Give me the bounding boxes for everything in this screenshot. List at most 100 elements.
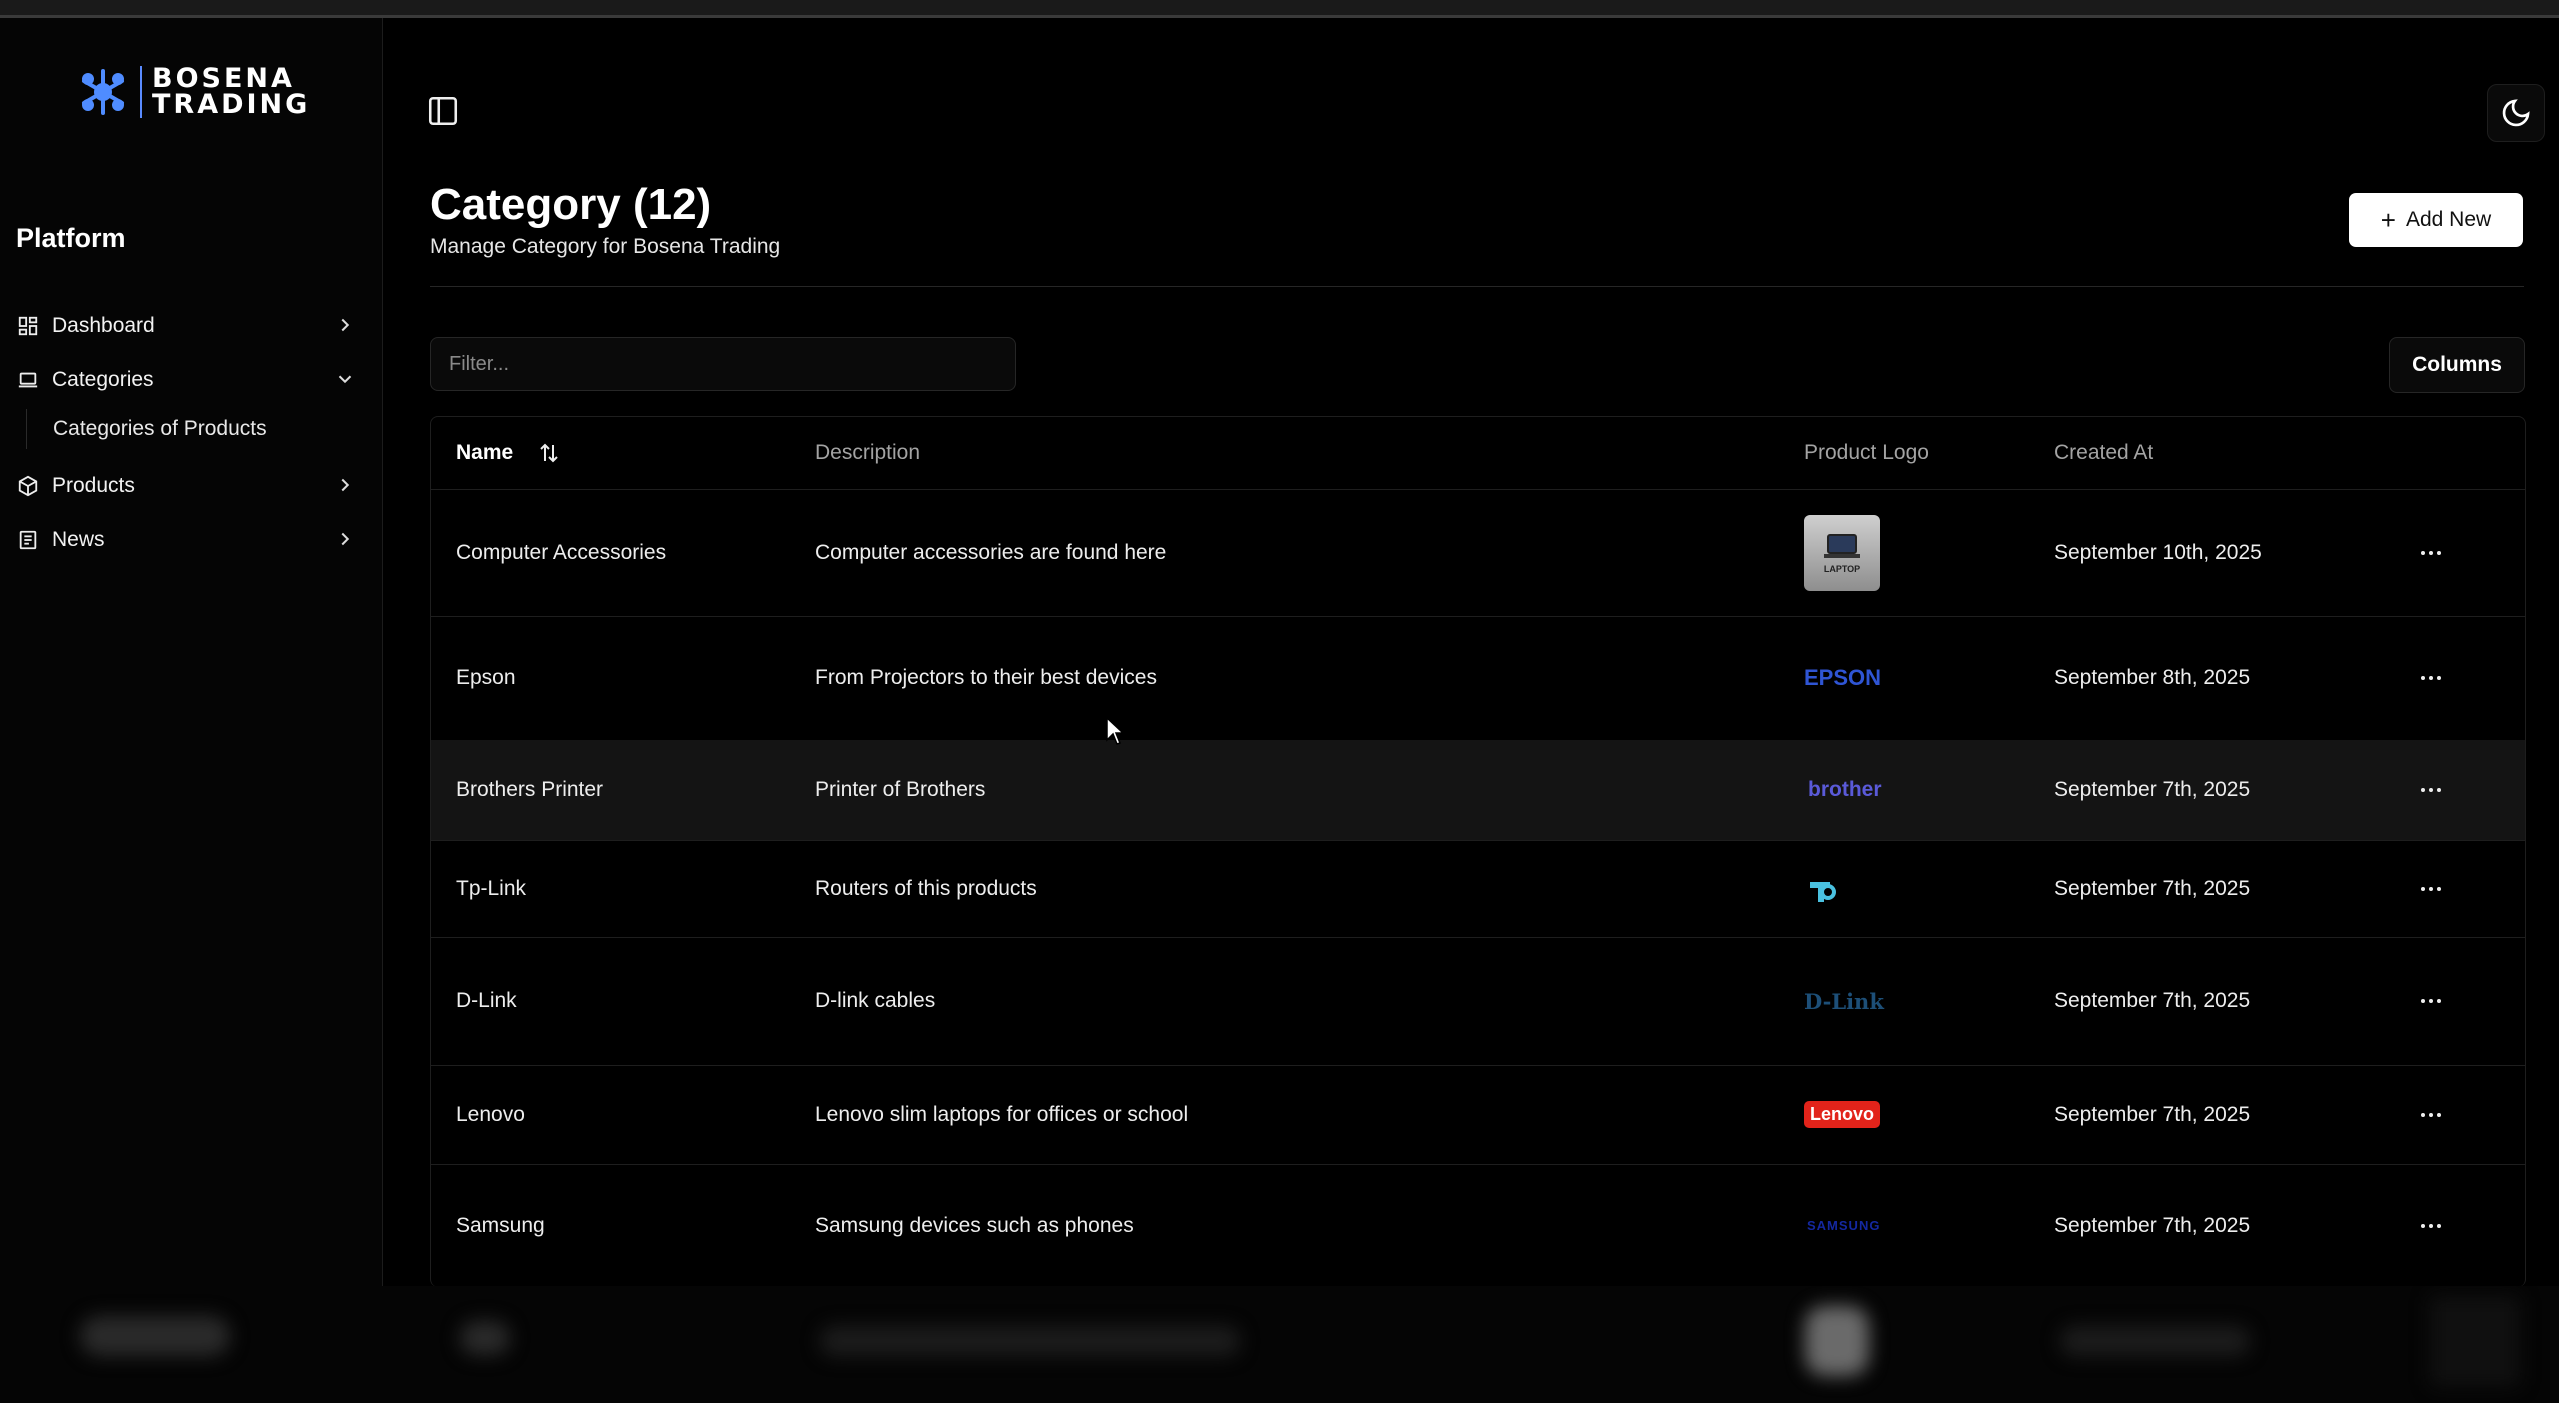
brain-logo-icon	[82, 69, 124, 115]
logo-divider	[140, 66, 142, 118]
more-horizontal-icon	[2421, 886, 2441, 891]
cell-name: Epson	[456, 666, 516, 689]
more-horizontal-icon	[2421, 1112, 2441, 1117]
table-row[interactable]: Tp-Link Routers of this products Septemb…	[431, 840, 2525, 938]
brand-line-2: TRADING	[152, 89, 311, 120]
blurred-shape	[820, 1326, 1240, 1356]
cell-description: Samsung devices such as phones	[815, 1213, 1134, 1237]
cell-product-logo	[1804, 840, 1838, 937]
table-row[interactable]: D-Link D-link cables D-Link September 7t…	[431, 937, 2525, 1066]
column-header-description: Description	[815, 441, 921, 464]
dashboard-icon	[16, 314, 40, 338]
column-header-created-at: Created At	[2054, 441, 2154, 464]
cell-product-logo: Lenovo	[1804, 1065, 1881, 1164]
brand-logo[interactable]: BOSENA TRADING	[78, 65, 311, 120]
add-new-button[interactable]: + Add New	[2349, 193, 2523, 247]
cell-created-at: September 7th, 2025	[2054, 876, 2251, 900]
column-header-label: Name	[456, 441, 514, 464]
sidebar-item-label: Dashboard	[52, 314, 155, 337]
cell-created-at: September 7th, 2025	[2054, 1102, 2251, 1126]
sidebar-item-label: Categories	[52, 368, 154, 391]
lenovo-logo: Lenovo	[1804, 1101, 1881, 1128]
brother-logo: brother	[1808, 778, 1882, 801]
sidebar-item-news[interactable]: News	[16, 518, 356, 562]
sidebar-subitem-categories-of-products[interactable]: Categories of Products	[26, 409, 267, 449]
plus-icon: +	[2380, 205, 2396, 235]
sidebar-toggle-icon[interactable]	[426, 94, 460, 128]
cell-created-at: September 7th, 2025	[2054, 989, 2251, 1012]
theme-toggle-button[interactable]	[2487, 84, 2545, 142]
blurred-bottom-region	[0, 1286, 2559, 1403]
row-actions-button[interactable]	[2411, 616, 2451, 740]
page-subtitle: Manage Category for Bosena Trading	[430, 235, 781, 258]
table-row[interactable]: Epson From Projectors to their best devi…	[431, 616, 2525, 741]
cell-description: D-link cables	[815, 989, 936, 1012]
cell-name: D-Link	[456, 989, 517, 1012]
table-row[interactable]: Computer Accessories Computer accessorie…	[431, 489, 2525, 617]
window-top-bar	[0, 0, 2559, 18]
more-horizontal-icon	[2421, 788, 2441, 792]
column-header-product-logo: Product Logo	[1804, 441, 1929, 464]
cell-product-logo: LAPTOP	[1804, 489, 1880, 616]
chevron-right-icon	[341, 532, 350, 546]
cell-description: Printer of Brothers	[815, 778, 986, 801]
more-horizontal-icon	[2421, 676, 2441, 680]
cell-created-at: September 10th, 2025	[2054, 540, 2262, 564]
row-actions-button[interactable]	[2411, 840, 2451, 937]
blurred-shape	[80, 1316, 230, 1356]
blurred-shape	[2430, 1296, 2520, 1386]
row-actions-button[interactable]	[2411, 489, 2451, 616]
cell-name: Samsung	[456, 1213, 545, 1237]
cell-created-at: September 8th, 2025	[2054, 666, 2251, 689]
blurred-shape	[460, 1321, 510, 1355]
mouse-cursor-icon	[1106, 716, 1125, 745]
sort-arrows-icon[interactable]	[537, 441, 561, 465]
tp-link-logo-icon	[1810, 881, 1836, 902]
row-actions-button[interactable]	[2411, 1065, 2451, 1164]
header-divider	[430, 286, 2524, 287]
sidebar-subitem-label: Categories of Products	[53, 417, 267, 440]
row-actions-button[interactable]	[2411, 937, 2451, 1065]
cell-created-at: September 7th, 2025	[2054, 778, 2251, 801]
cell-description: Computer accessories are found here	[815, 540, 1167, 564]
sidebar-item-label: Products	[52, 474, 135, 497]
column-header-name[interactable]: Name	[456, 417, 561, 489]
filter-input[interactable]	[430, 337, 1016, 391]
laptop-icon	[1824, 533, 1860, 558]
row-actions-button[interactable]	[2411, 740, 2451, 840]
category-table: Name Description Product Logo Created At…	[430, 416, 2526, 1287]
cell-name: Lenovo	[456, 1102, 525, 1126]
sidebar-item-categories[interactable]: Categories	[16, 358, 356, 402]
table-header: Name Description Product Logo Created At	[431, 417, 2525, 490]
blurred-shape	[1805, 1306, 1869, 1376]
dlink-logo: D-Link	[1804, 988, 1884, 1014]
more-horizontal-icon	[2421, 550, 2441, 555]
epson-logo: EPSON	[1804, 665, 1882, 690]
brand-name: BOSENA TRADING	[152, 65, 311, 120]
table-row[interactable]: Lenovo Lenovo slim laptops for offices o…	[431, 1065, 2525, 1165]
cell-created-at: September 7th, 2025	[2054, 1213, 2251, 1237]
chevron-right-icon	[341, 478, 350, 492]
page-title: Category (12)	[430, 180, 712, 229]
newspaper-icon	[16, 528, 40, 552]
laptop-icon	[16, 368, 40, 392]
package-icon	[16, 474, 40, 498]
sidebar-section-title: Platform	[16, 223, 126, 253]
laptop-logo-image: LAPTOP	[1804, 514, 1880, 591]
table-row[interactable]: Brothers Printer Printer of Brothers bro…	[431, 740, 2525, 841]
cell-description: Routers of this products	[815, 876, 1037, 900]
logo-text: LAPTOP	[1823, 563, 1861, 574]
samsung-logo: SAMSUNG	[1807, 1218, 1881, 1233]
sidebar-item-products[interactable]: Products	[16, 464, 356, 508]
chevron-right-icon	[341, 318, 350, 332]
sidebar-item-dashboard[interactable]: Dashboard	[16, 304, 356, 348]
blurred-shape	[2060, 1326, 2250, 1356]
cell-description: Lenovo slim laptops for offices or schoo…	[815, 1102, 1189, 1126]
row-actions-button[interactable]	[2411, 1164, 2451, 1287]
more-horizontal-icon	[2421, 999, 2441, 1003]
sidebar: BOSENA TRADING Platform Dashboard Catego…	[0, 18, 383, 1286]
sidebar-item-label: News	[52, 528, 105, 551]
table-row[interactable]: Samsung Samsung devices such as phones S…	[431, 1164, 2525, 1287]
moon-icon	[2502, 99, 2530, 127]
columns-button[interactable]: Columns	[2389, 337, 2525, 393]
